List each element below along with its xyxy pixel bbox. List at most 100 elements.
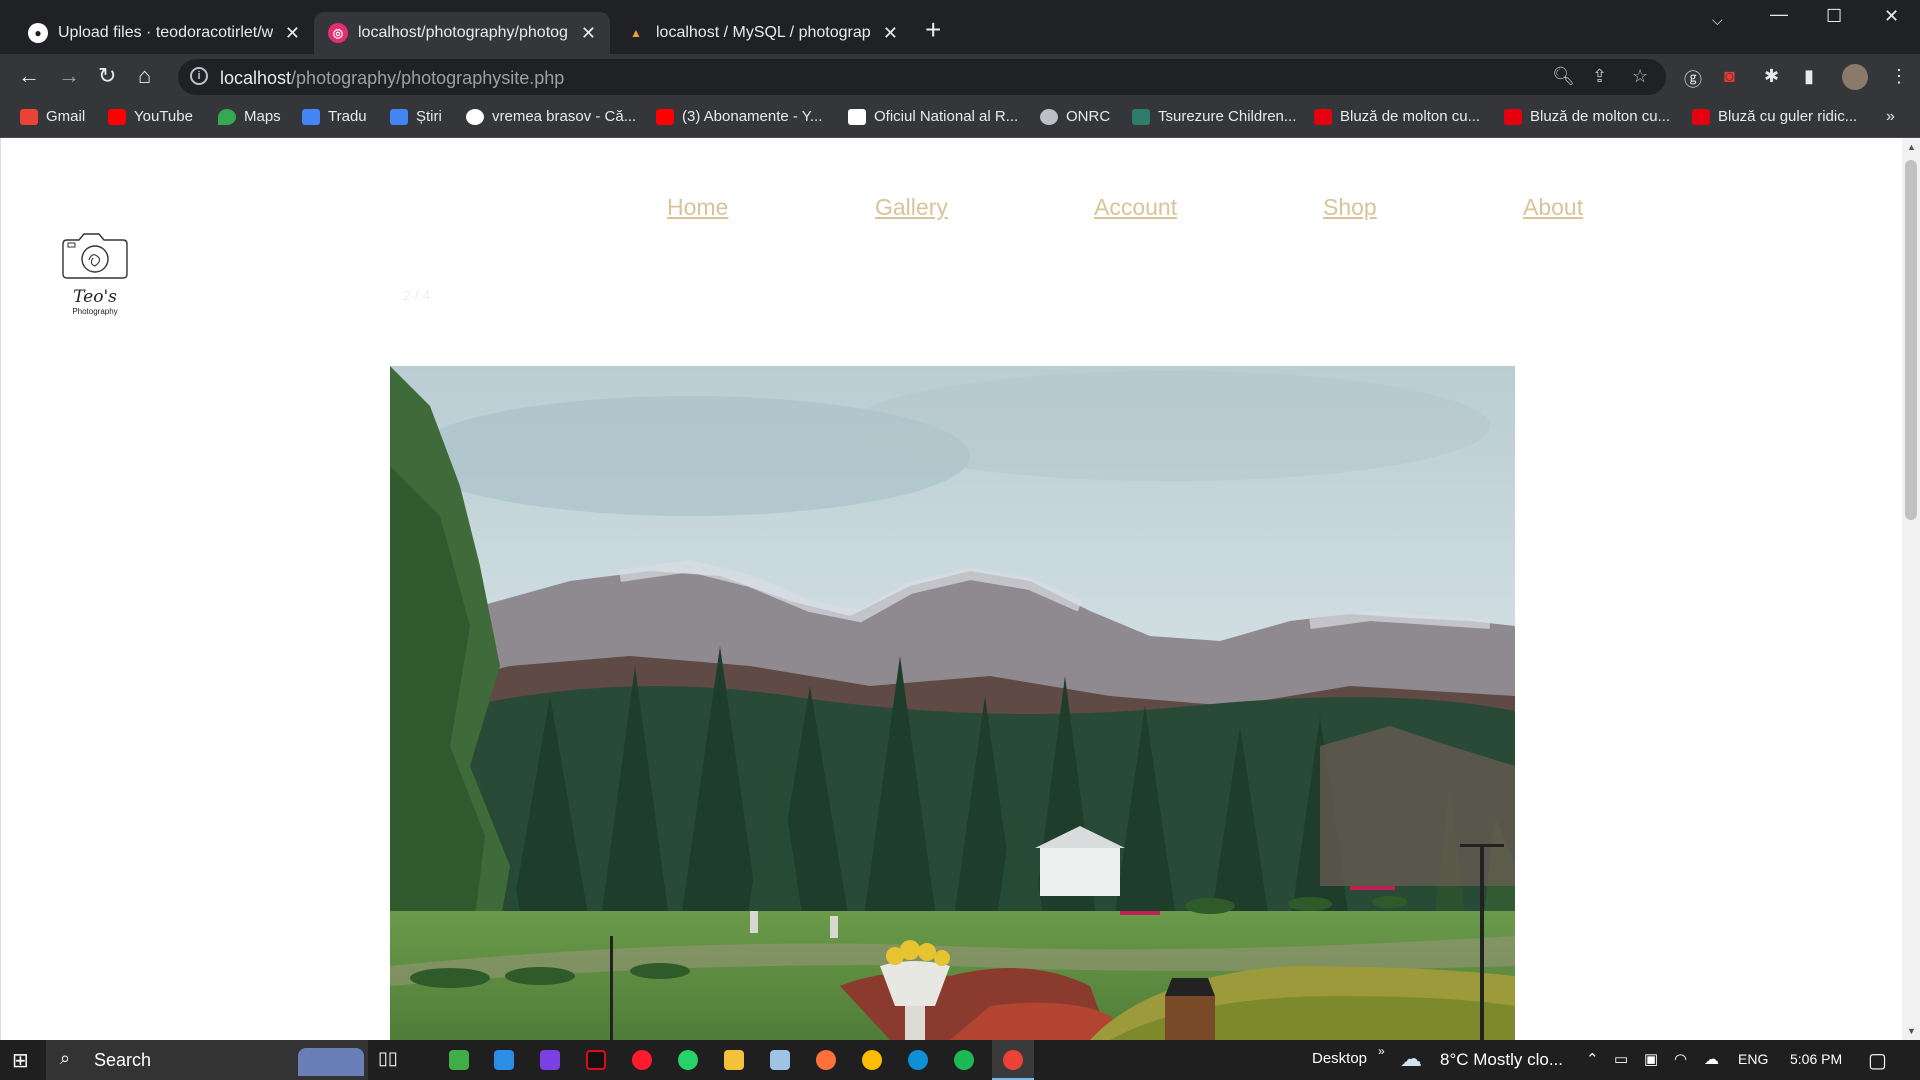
search-icon: ⌕ (60, 1048, 71, 1068)
more-bookmarks-button[interactable]: » (1886, 108, 1895, 126)
tab-title: localhost/photography/photogra (358, 24, 569, 41)
tab-github[interactable]: ● Upload files · teodoracotirlet/wel ✕ (14, 12, 314, 54)
logo-name: Teo's (73, 287, 117, 307)
browser-tab-strip: ● Upload files · teodoracotirlet/wel ✕ ◎… (0, 0, 1920, 54)
language-indicator[interactable]: ENG (1738, 1051, 1768, 1067)
web-page: Home Gallery Account Shop About Teo's Ph… (0, 138, 1902, 1040)
onedrive-icon[interactable]: ☁ (1704, 1050, 1719, 1068)
close-tab-icon[interactable]: ✕ (285, 23, 300, 44)
translate-icon (302, 108, 320, 125)
clock[interactable]: 5:06 PM (1790, 1051, 1842, 1067)
bookmark-tradu[interactable]: Tradu (302, 108, 367, 125)
nav-shop-link[interactable]: Shop (1323, 194, 1377, 221)
show-hidden-icons-chevron-icon[interactable]: ⌃ (1586, 1050, 1599, 1068)
bookmark-hm-1[interactable]: Bluză de molton cu... (1314, 108, 1480, 125)
browser-toolbar: ← → ↻ ⌂ i localhost/photography/photogra… (0, 54, 1920, 100)
pocket-icon[interactable]: ◙ (1724, 66, 1735, 87)
tab-search-icon[interactable]: ⌵ (1712, 12, 1723, 29)
maps-icon (218, 108, 236, 125)
menu-icon[interactable]: ⋮ (1890, 66, 1908, 87)
nav-about-link[interactable]: About (1523, 194, 1583, 221)
bookmark-label: vremea brasov - Că... (492, 108, 637, 125)
tab-phpmyadmin[interactable]: ▲ localhost / MySQL / photography ✕ (612, 12, 912, 54)
maximize-button[interactable]: ☐ (1826, 6, 1842, 27)
back-button[interactable]: ← (18, 64, 40, 88)
close-tab-icon[interactable]: ✕ (883, 23, 898, 44)
task-view-icon[interactable]: ▯▯ (378, 1048, 398, 1069)
share-icon[interactable]: ⇪ (1592, 66, 1607, 87)
extension-icon[interactable]: ⓖ (1684, 66, 1702, 92)
firefox-icon[interactable] (816, 1050, 836, 1070)
bookmark-gmail[interactable]: Gmail (20, 108, 85, 125)
file-explorer-icon[interactable] (724, 1050, 744, 1070)
bookmarks-bar: Gmail YouTube Maps Tradu Știri vremea br… (0, 100, 1920, 138)
mail-icon[interactable] (494, 1050, 514, 1070)
youtube-icon (108, 108, 126, 125)
site-logo[interactable]: Teo's Photography (59, 230, 131, 320)
bookmark-star-icon[interactable]: ☆ (1632, 66, 1648, 87)
bookmark-hm-2[interactable]: Bluză de molton cu... (1504, 108, 1670, 125)
nav-home-link[interactable]: Home (667, 194, 728, 221)
scroll-up-arrow-icon[interactable]: ▲ (1907, 142, 1916, 152)
bookmark-label: Tradu (328, 108, 367, 125)
bookmark-label: (3) Abonamente - Y... (682, 108, 823, 125)
bookmark-maps[interactable]: Maps (218, 108, 281, 125)
netflix-icon[interactable] (586, 1050, 606, 1070)
chrome-icon[interactable] (862, 1050, 882, 1070)
news-icon (390, 108, 408, 125)
app-icon-blue[interactable] (770, 1050, 790, 1070)
close-tab-icon[interactable]: ✕ (581, 23, 596, 44)
bookmark-onrc[interactable]: ONRC (1040, 108, 1110, 125)
forward-button[interactable]: → (58, 64, 80, 88)
profile-avatar[interactable] (1842, 64, 1868, 90)
new-tab-button[interactable]: + (925, 16, 941, 44)
bookmark-abonamente[interactable]: (3) Abonamente - Y... (656, 108, 822, 125)
camera-logo-icon (62, 233, 128, 279)
spotify-icon[interactable] (954, 1050, 974, 1070)
minimize-button[interactable]: — (1770, 4, 1788, 25)
wifi-icon[interactable]: ◠ (1674, 1050, 1687, 1068)
opera-icon[interactable] (632, 1050, 652, 1070)
extensions-puzzle-icon[interactable]: ✱ (1764, 66, 1779, 87)
side-panel-icon[interactable]: ▮ (1804, 66, 1814, 87)
app-icon-green[interactable] (449, 1050, 469, 1070)
chrome-active-taskbar-button[interactable] (992, 1040, 1034, 1080)
url-path: /photography/photographysite.php (291, 68, 565, 88)
weather-text[interactable]: 8°C Mostly clo... (1440, 1050, 1563, 1070)
bookmark-hm-3[interactable]: Bluză cu guler ridic... (1692, 108, 1857, 125)
zoom-icon[interactable]: 🔍︎ (1552, 66, 1575, 87)
mountain-landscape-photo (390, 366, 1515, 1040)
address-bar[interactable]: i localhost/photography/photographysite.… (178, 59, 1666, 95)
battery-icon[interactable]: ▭ (1614, 1050, 1628, 1068)
windows-start-icon[interactable]: ⊞ (12, 1048, 29, 1073)
bookmark-oficiul[interactable]: Oficiul National al R... (848, 108, 1018, 125)
site-info-icon[interactable]: i (190, 67, 208, 85)
taskbar-search-box[interactable]: ⌕ Search (46, 1040, 368, 1080)
page-scrollbar[interactable]: ▲ ▼ (1902, 138, 1920, 1040)
onrc-icon (848, 108, 866, 125)
home-button[interactable]: ⌂ (138, 64, 151, 88)
close-window-button[interactable]: ✕ (1884, 6, 1899, 27)
app-icon-purple[interactable] (540, 1050, 560, 1070)
bookmark-youtube[interactable]: YouTube (108, 108, 193, 125)
bookmark-stiri[interactable]: Știri (390, 108, 442, 125)
nav-gallery-link[interactable]: Gallery (875, 194, 948, 221)
slide-counter: 2 / 4 (403, 287, 431, 303)
bookmark-vremea[interactable]: vremea brasov - Că... (466, 108, 636, 125)
nav-account-link[interactable]: Account (1094, 194, 1177, 221)
edge-icon[interactable] (908, 1050, 928, 1070)
bookmark-tsurezure[interactable]: Tsurezure Children... (1132, 108, 1296, 125)
toolbar-expand-icon[interactable]: » (1378, 1044, 1385, 1058)
search-highlight-icon (298, 1048, 364, 1076)
desktop-toolbar-label[interactable]: Desktop (1312, 1050, 1367, 1067)
whatsapp-icon[interactable] (678, 1050, 698, 1070)
tab-photography-site[interactable]: ◎ localhost/photography/photogra ✕ (314, 12, 610, 54)
meet-now-icon[interactable]: ▣ (1644, 1050, 1658, 1068)
gmail-icon (20, 108, 38, 125)
reload-button[interactable]: ↻ (98, 64, 116, 88)
scrollbar-thumb[interactable] (1905, 160, 1917, 520)
scroll-down-arrow-icon[interactable]: ▼ (1907, 1026, 1916, 1036)
notifications-icon[interactable]: ▢ (1868, 1048, 1887, 1073)
site-favicon-icon: ◎ (328, 23, 348, 43)
hm-icon (1692, 108, 1710, 125)
